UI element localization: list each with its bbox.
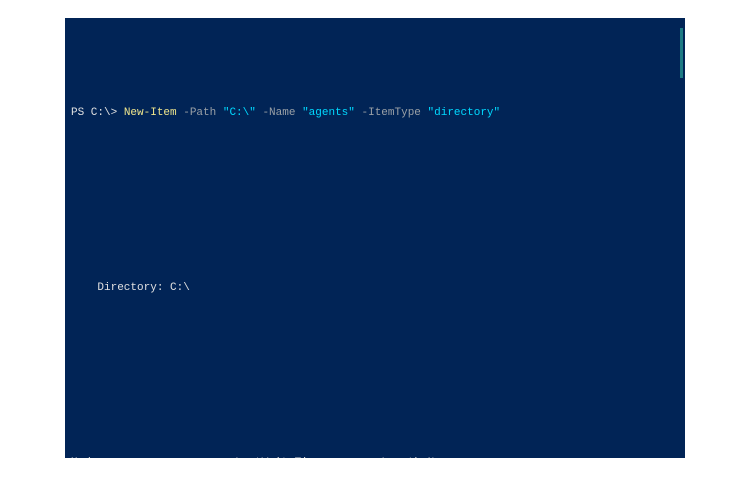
col-mode: Mode xyxy=(71,456,171,458)
arg-itemtype: "directory" xyxy=(428,107,501,119)
cmd-line-newitem: PS C:\> New-Item -Path "C:\" -Name "agen… xyxy=(71,106,685,122)
powershell-terminal[interactable]: PS C:\> New-Item -Path "C:\" -Name "agen… xyxy=(65,18,685,458)
arg-name: "agents" xyxy=(302,107,355,119)
prompt-root: PS C:\> xyxy=(71,107,124,119)
table-header-1: ModeLastWriteTimeLength Name xyxy=(71,456,685,458)
col-len: Length xyxy=(321,456,421,458)
col-lwt: LastWriteTime xyxy=(171,456,321,458)
blank-line xyxy=(71,169,685,185)
directory-header-1: Directory: C:\ xyxy=(71,281,685,297)
param-itemtype: -ItemType xyxy=(355,107,428,119)
blank-line xyxy=(71,217,685,233)
blank-line xyxy=(71,345,685,361)
col-name: Name xyxy=(428,457,454,458)
scrollbar-indicator[interactable] xyxy=(680,28,683,78)
blank-line xyxy=(71,393,685,409)
arg-path: "C:\" xyxy=(223,107,256,119)
param-path: -Path xyxy=(177,107,223,119)
cmd-newitem: New-Item xyxy=(124,107,177,119)
param-name: -Name xyxy=(256,107,302,119)
